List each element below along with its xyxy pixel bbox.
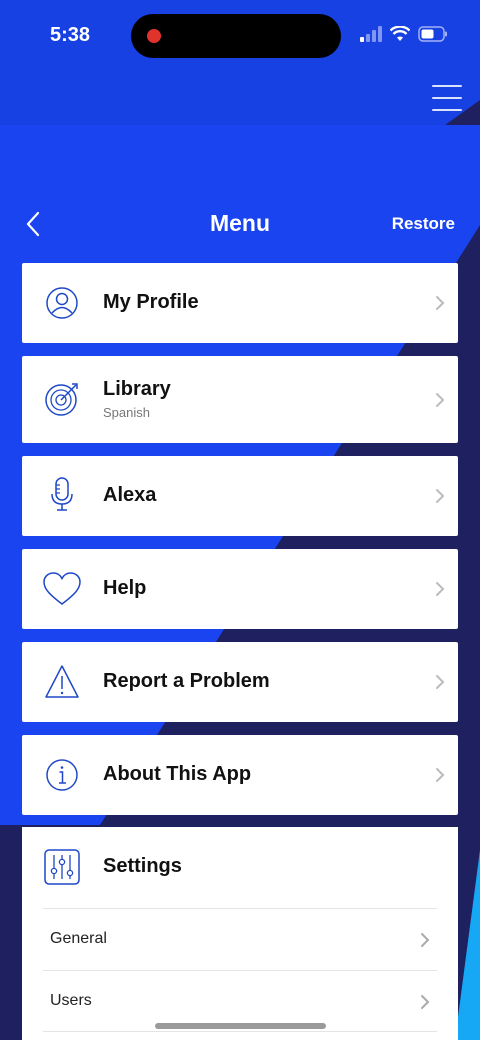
settings-item-label: Users: [50, 992, 92, 1009]
target-icon: [45, 383, 78, 416]
chevron-right-icon: [436, 393, 445, 407]
library-language: Spanish: [103, 405, 150, 420]
menu-item-library[interactable]: Library Spanish: [22, 356, 458, 443]
chevron-right-icon: [436, 489, 445, 503]
wifi-icon: [390, 26, 410, 41]
user-icon: [46, 287, 78, 319]
signal-icon: [360, 26, 382, 42]
menu-item-label: Alexa: [103, 484, 157, 506]
menu-item-alexa[interactable]: Alexa: [22, 456, 458, 536]
status-bar: 5:38: [0, 0, 480, 72]
chevron-right-icon: [436, 675, 445, 689]
recording-indicator: [147, 29, 161, 43]
menu-item-label: My Profile: [103, 291, 199, 313]
settings-item-general[interactable]: General: [43, 908, 437, 970]
menu-item-label: Library: [103, 378, 171, 400]
settings-item-label: General: [50, 930, 107, 947]
microphone-icon: [51, 477, 73, 511]
restore-button[interactable]: Restore: [392, 214, 455, 234]
status-time: 5:38: [50, 24, 91, 46]
info-icon: [46, 759, 78, 791]
chevron-right-icon: [436, 296, 445, 310]
menu-item-about[interactable]: About This App: [22, 735, 458, 815]
status-icons: [360, 26, 448, 42]
warning-icon: [45, 665, 79, 698]
menu-item-help[interactable]: Help: [22, 549, 458, 629]
settings-heading: Settings: [103, 855, 182, 877]
menu-item-report-problem[interactable]: Report a Problem: [22, 642, 458, 722]
menu-item-label: Help: [103, 577, 147, 599]
sliders-icon: [44, 849, 80, 885]
heart-icon: [43, 572, 81, 605]
chevron-right-icon: [421, 933, 430, 947]
home-indicator: [155, 1023, 326, 1029]
dynamic-island: [131, 14, 341, 58]
nav-bar: Menu Restore: [0, 200, 480, 246]
settings-section: Settings General Users: [22, 827, 458, 1040]
hamburger-icon[interactable]: [432, 85, 462, 111]
chevron-right-icon: [436, 582, 445, 596]
battery-icon: [418, 26, 447, 42]
chevron-right-icon: [421, 995, 430, 1009]
menu-item-label: About This App: [103, 763, 252, 785]
chevron-right-icon: [436, 768, 445, 782]
menu-item-label: Report a Problem: [103, 670, 270, 692]
menu-item-my-profile[interactable]: My Profile: [22, 263, 458, 343]
